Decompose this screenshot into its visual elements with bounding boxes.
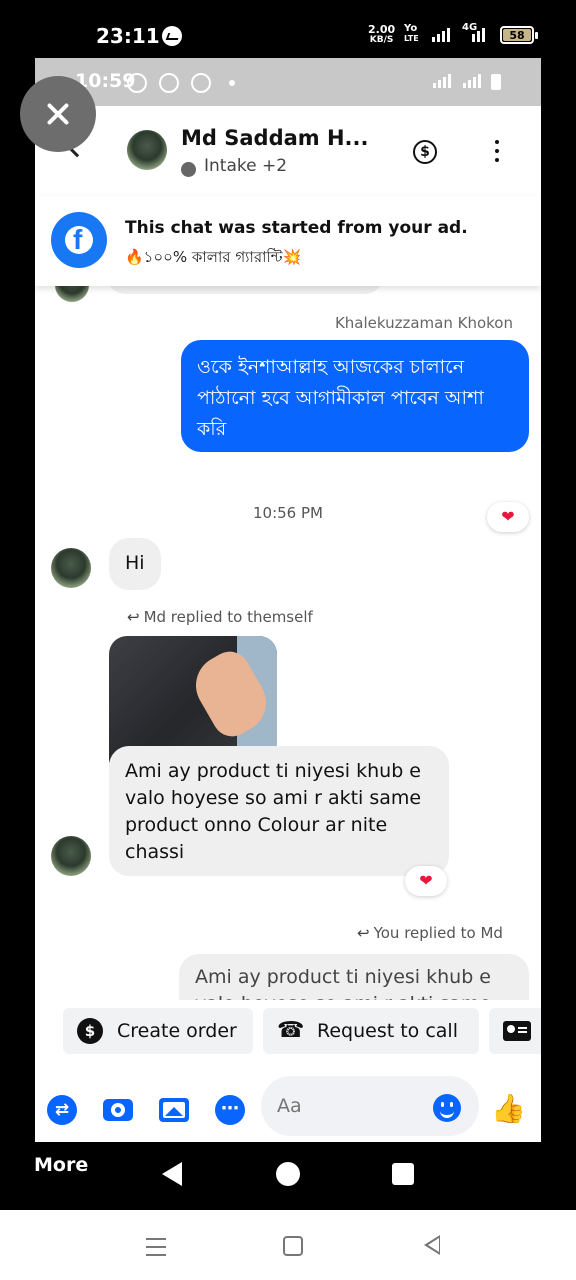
message-bubble[interactable] xyxy=(107,286,383,294)
close-overlay-button[interactable] xyxy=(20,76,96,152)
ad-banner-title: This chat was started from your ad. xyxy=(125,218,468,238)
composer: 👍 xyxy=(35,1062,541,1142)
phone-nav-bar: More xyxy=(0,1142,576,1210)
more-icon[interactable] xyxy=(495,140,499,162)
notification-icon xyxy=(191,73,211,93)
reply-arrow-icon: ↩ xyxy=(357,924,370,942)
chat-header: Md Saddam H... Intake +2 $ xyxy=(35,106,541,196)
dollar-icon: $ xyxy=(77,1018,103,1044)
more-actions-icon[interactable] xyxy=(215,1095,245,1125)
net-speed: 2.00 KB/S xyxy=(368,24,395,46)
outer-clock: 23:11 xyxy=(96,24,160,48)
signal-icon-2 xyxy=(472,28,485,42)
avatar xyxy=(55,286,89,302)
incoming-message[interactable]: Hi xyxy=(109,538,161,590)
ad-banner-subtitle: 🔥১০০% কালার গ্যারান্টি💥 xyxy=(125,248,302,266)
nav-home-icon[interactable] xyxy=(276,1162,300,1186)
system-nav-bar xyxy=(0,1210,576,1280)
facebook-icon xyxy=(51,212,107,268)
avatar[interactable] xyxy=(127,130,167,170)
create-order-button[interactable]: $ Create order xyxy=(63,1008,253,1054)
reply-label: ↩ You replied to Md xyxy=(357,924,503,942)
outgoing-message[interactable]: ওকে ইনশাআল্লাহ আজকের চালানে পাঠানো হবে আ… xyxy=(181,340,529,452)
request-call-label: Request to call xyxy=(317,1020,458,1042)
avatar[interactable] xyxy=(51,548,91,588)
reply-label: ↩ Md replied to themself xyxy=(127,608,313,626)
thumbs-up-icon[interactable]: 👍 xyxy=(491,1092,526,1125)
back-triangle-icon[interactable] xyxy=(424,1235,440,1255)
ad-banner[interactable]: This chat was started from your ad. 🔥১০০… xyxy=(35,196,541,286)
battery-level: 58 xyxy=(503,29,531,42)
messenger-notification-icon xyxy=(162,26,182,46)
more-notifications-dot xyxy=(229,80,235,86)
net-speed-value: 2.00 xyxy=(368,23,396,36)
volte-bottom: LTE xyxy=(404,34,419,43)
quoted-message[interactable]: Ami ay product ti niyesi khub e valo hoy… xyxy=(179,954,529,1000)
messenger-screenshot: 10:59 Md Saddam H... Intake +2 $ This xyxy=(35,58,541,1142)
net-speed-unit: KB/S xyxy=(369,35,394,45)
quick-actions-bar: $ Create order ☎ Request to call xyxy=(35,1000,541,1062)
contact-subtitle: Intake +2 xyxy=(204,156,288,176)
phone-icon: ☎ xyxy=(277,1018,305,1043)
heart-reaction-icon[interactable]: ❤ xyxy=(405,866,447,896)
signal-icon-2 xyxy=(463,74,481,88)
outer-status-bar: 23:11 2.00 KB/S Yo LTE 4G 58 xyxy=(0,0,576,58)
reply-arrow-icon: ↩ xyxy=(127,608,140,626)
swap-icon[interactable] xyxy=(47,1095,77,1125)
screen: 23:11 2.00 KB/S Yo LTE 4G 58 10:59 Md Sa… xyxy=(0,0,576,1280)
incoming-message[interactable]: Ami ay product ti niyesi khub e valo hoy… xyxy=(109,746,449,876)
dollar-icon[interactable]: $ xyxy=(413,140,437,164)
nav-back-icon[interactable] xyxy=(162,1162,182,1186)
time-divider: 10:56 PM xyxy=(253,504,323,522)
notification-icon xyxy=(159,73,179,93)
menu-icon[interactable] xyxy=(146,1238,166,1262)
emoji-icon[interactable] xyxy=(433,1094,461,1122)
nav-recents-icon[interactable] xyxy=(392,1163,414,1185)
camera-icon[interactable] xyxy=(103,1099,133,1121)
signal-icon xyxy=(433,74,451,88)
signal-icon xyxy=(432,28,450,42)
avatar[interactable] xyxy=(51,836,91,876)
reply-label-text: You replied to Md xyxy=(373,924,503,942)
more-button[interactable]: More xyxy=(34,1154,88,1176)
contact-card-button[interactable] xyxy=(489,1008,541,1054)
sender-name: Khalekuzzaman Khokon xyxy=(334,314,513,332)
contact-card-icon xyxy=(503,1021,531,1041)
presence-dot xyxy=(181,162,196,177)
notification-icon xyxy=(127,73,147,93)
gallery-icon[interactable] xyxy=(159,1098,189,1122)
battery-icon xyxy=(491,74,501,90)
volte-indicator: Yo LTE xyxy=(404,24,419,44)
message-thread[interactable]: Khalekuzzaman Khokon ওকে ইনশাআল্লাহ আজকে… xyxy=(35,286,541,1000)
reply-label-text: Md replied to themself xyxy=(143,608,313,626)
contact-name[interactable]: Md Saddam H... xyxy=(181,126,368,150)
home-icon[interactable] xyxy=(283,1236,303,1256)
volte-top: Yo xyxy=(404,23,418,34)
inner-status-bar: 10:59 xyxy=(35,58,541,106)
request-call-button[interactable]: ☎ Request to call xyxy=(263,1008,479,1054)
create-order-label: Create order xyxy=(117,1020,237,1042)
battery-icon: 58 xyxy=(500,26,538,44)
